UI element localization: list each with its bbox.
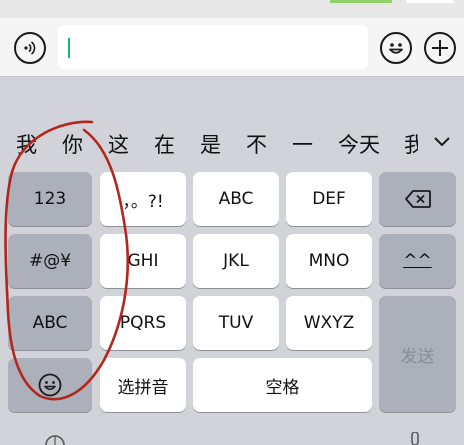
keyboard-bottom-bar [0, 428, 464, 445]
voice-button[interactable] [14, 32, 46, 64]
emoji-key[interactable] [8, 358, 92, 412]
expand-candidates-button[interactable] [426, 128, 458, 162]
candidate-word[interactable]: 不 [246, 128, 267, 162]
candidate-word[interactable]: 我 [404, 128, 418, 162]
send-key[interactable]: 发送 [379, 296, 456, 412]
key-abc-mode[interactable]: ABC [8, 296, 92, 350]
key-jkl[interactable]: JKL [193, 234, 279, 288]
key-mno[interactable]: MNO [286, 234, 372, 288]
voice-icon [24, 41, 36, 55]
key-punctuation[interactable]: ，。?! [100, 172, 186, 226]
message-bubble-edge [330, 0, 392, 3]
plus-icon [432, 40, 448, 56]
backspace-icon [404, 190, 431, 208]
key-symbols[interactable]: #@¥ [8, 234, 92, 288]
key-def[interactable]: DEF [286, 172, 372, 226]
globe-icon [45, 435, 65, 445]
smiley-icon [38, 373, 62, 397]
space-key[interactable]: 空格 [193, 358, 372, 412]
message-bubble-edge-white [406, 0, 454, 3]
candidate-word[interactable]: 你 [62, 128, 83, 162]
backspace-key[interactable] [379, 172, 456, 226]
candidate-word[interactable]: 这 [108, 128, 129, 162]
chat-background-strip [0, 0, 464, 18]
microphone-icon [411, 432, 419, 445]
smiley-icon [389, 43, 403, 54]
candidate-word[interactable]: 今天 [338, 128, 380, 162]
key-emoticon[interactable]: ^^ [379, 234, 456, 288]
emoji-button[interactable] [380, 32, 412, 64]
candidate-bar: 我 你 这 在 是 不 一 今天 我 [0, 128, 464, 162]
candidate-word[interactable]: 是 [200, 128, 221, 162]
key-123[interactable]: 123 [8, 172, 92, 226]
candidate-word[interactable]: 在 [154, 128, 175, 162]
divider [0, 76, 464, 77]
text-cursor [68, 38, 70, 58]
more-button[interactable] [424, 32, 456, 64]
chevron-down-icon [434, 137, 450, 147]
candidate-word[interactable]: 我 [16, 128, 37, 162]
candidate-word[interactable]: 一 [292, 128, 313, 162]
message-input[interactable] [58, 25, 368, 69]
key-abc[interactable]: ABC [193, 172, 279, 226]
chat-input-bar [0, 18, 464, 76]
key-ghi[interactable]: GHI [100, 234, 186, 288]
key-tuv[interactable]: TUV [193, 296, 279, 350]
key-select-pinyin[interactable]: 选拼音 [100, 358, 186, 412]
key-pqrs[interactable]: PQRS [100, 296, 186, 350]
key-wxyz[interactable]: WXYZ [286, 296, 372, 350]
